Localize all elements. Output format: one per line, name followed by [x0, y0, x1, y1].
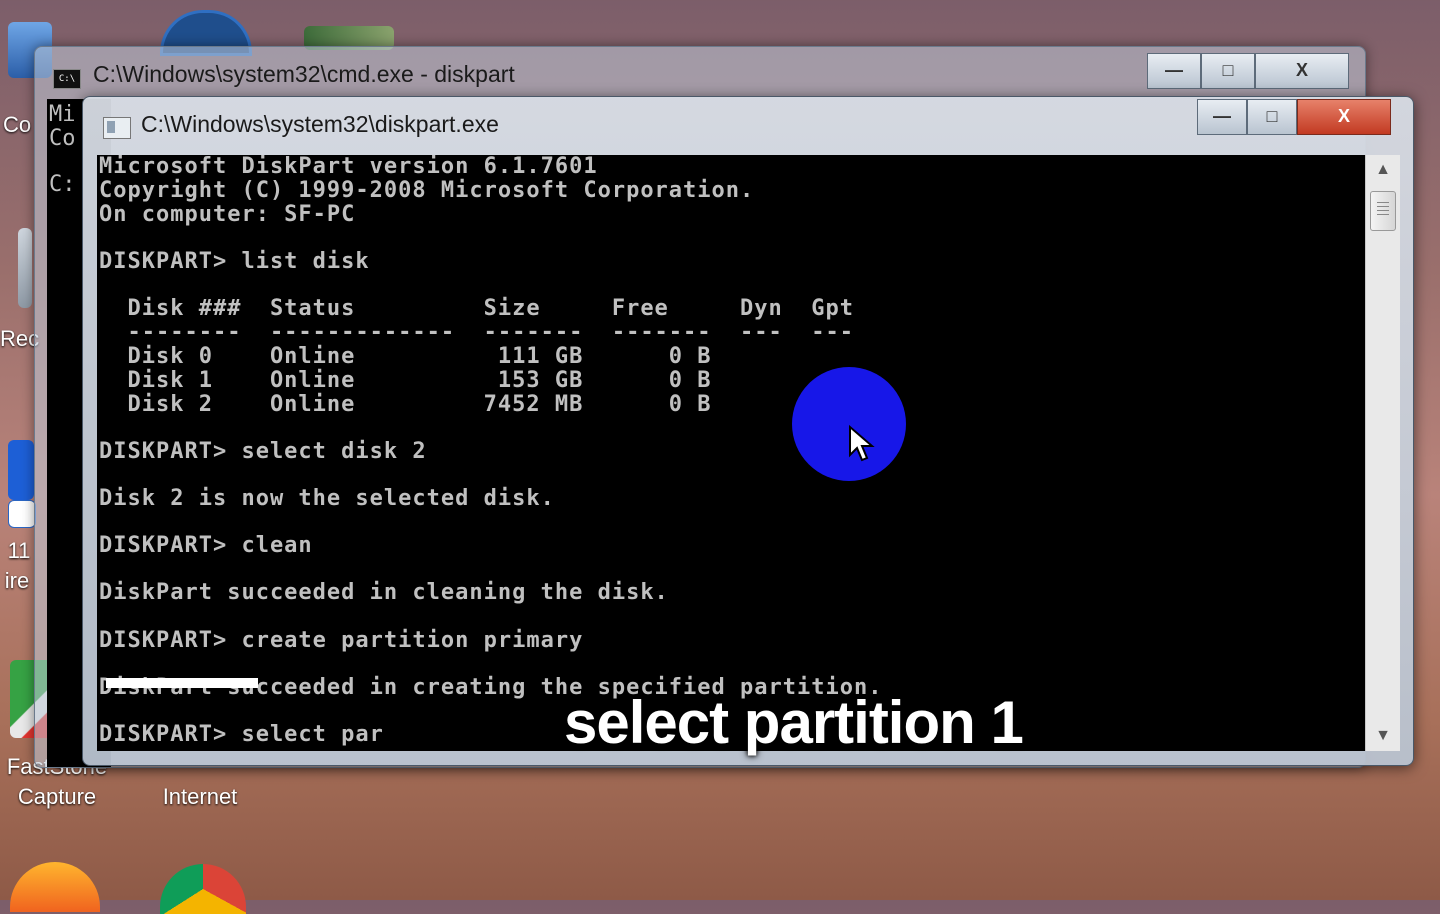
desktop-icon-label-co: Co	[2, 112, 32, 137]
maximize-button[interactable]: □	[1247, 99, 1297, 135]
desktop-icon-label-rec: Rec	[0, 326, 40, 351]
close-button[interactable]: X	[1255, 53, 1349, 89]
video-caption: select partition 1	[564, 689, 1024, 756]
close-button[interactable]: X	[1297, 99, 1391, 135]
chrome-icon[interactable]	[160, 864, 246, 914]
scroll-up-arrow-icon[interactable]: ▲	[1366, 155, 1400, 185]
desktop-icon-label-ire: ire	[4, 568, 30, 593]
terminal-line: DISKPART> select disk 2	[99, 439, 427, 464]
terminal-line: On computer: SF-PC	[99, 202, 356, 227]
minimize-button[interactable]: —	[1147, 53, 1201, 89]
diskpart-icon	[103, 117, 131, 139]
mouse-pointer-icon	[849, 424, 875, 462]
cmd-icon: C:\	[53, 69, 81, 89]
recycle-bin-icon[interactable]	[18, 228, 32, 308]
terminal-line: Microsoft DiskPart version 6.1.7601	[99, 155, 598, 179]
firefox-icon[interactable]	[10, 862, 100, 912]
terminal-line: DISKPART> create partition primary	[99, 628, 584, 653]
terminal-line: Disk ### Status Size Free Dyn Gpt	[99, 296, 854, 321]
desktop-icon-label-internet: Internet	[162, 784, 238, 809]
vertical-scrollbar[interactable]: ▲ ▼	[1365, 155, 1400, 751]
desktop-icon-label-11: 11	[7, 538, 31, 563]
terminal-output[interactable]: Microsoft DiskPart version 6.1.7601 Copy…	[97, 155, 1365, 751]
terminal-line: -------- ------------- ------- ------- -…	[99, 320, 854, 345]
diskpart-window-title: C:\Windows\system32\diskpart.exe	[141, 111, 499, 137]
terminal-line: Disk 0 Online 111 GB 0 B	[99, 344, 712, 369]
terminal-line: Disk 1 Online 153 GB 0 B	[99, 368, 712, 393]
terminal-line: Disk 2 Online 7452 MB 0 B	[99, 392, 712, 417]
network-app-icon[interactable]	[8, 440, 34, 500]
terminal-line: Copyright (C) 1999-2008 Microsoft Corpor…	[99, 178, 755, 203]
terminal-line: DISKPART> clean	[99, 533, 313, 558]
terminal-prompt-line: DISKPART> select par	[99, 722, 384, 747]
shortcut-arrow-icon	[8, 500, 36, 528]
terminal-line: DISKPART> list disk	[99, 249, 370, 274]
scrollbar-thumb[interactable]	[1370, 191, 1396, 231]
highlight-bar	[106, 678, 258, 688]
terminal-line: DiskPart succeeded in cleaning the disk.	[99, 580, 669, 605]
terminal-line: Disk 2 is now the selected disk.	[99, 486, 555, 511]
diskpart-window[interactable]: C:\Windows\system32\diskpart.exe — □ X M…	[82, 96, 1414, 766]
scroll-down-arrow-icon[interactable]: ▼	[1366, 721, 1400, 751]
cmd-window-title: C:\Windows\system32\cmd.exe - diskpart	[93, 61, 515, 87]
minimize-button[interactable]: —	[1197, 99, 1247, 135]
maximize-button[interactable]: □	[1201, 53, 1255, 89]
